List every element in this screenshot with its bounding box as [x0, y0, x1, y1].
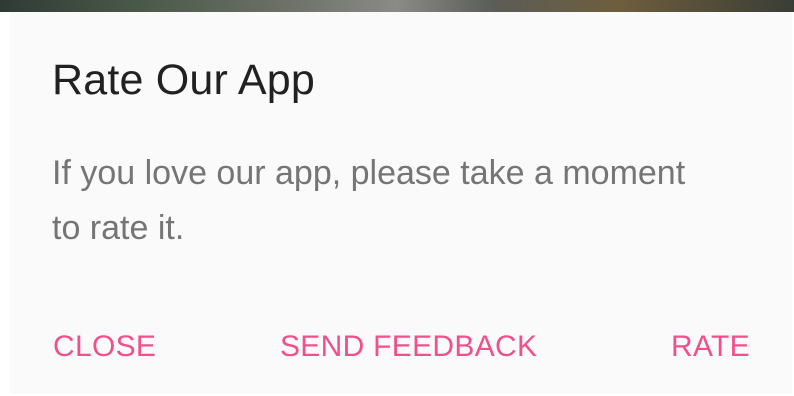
background-image-strip [0, 0, 794, 12]
dialog-actions: CLOSE SEND FEEDBACK RATE [10, 322, 792, 372]
rate-app-dialog: Rate Our App If you love our app, please… [10, 12, 792, 394]
close-button[interactable]: CLOSE [53, 330, 156, 364]
dialog-message: If you love our app, please take a momen… [52, 154, 686, 247]
dialog-title: Rate Our App [52, 56, 315, 104]
rate-button[interactable]: RATE [671, 330, 750, 364]
send-feedback-button[interactable]: SEND FEEDBACK [280, 330, 537, 364]
